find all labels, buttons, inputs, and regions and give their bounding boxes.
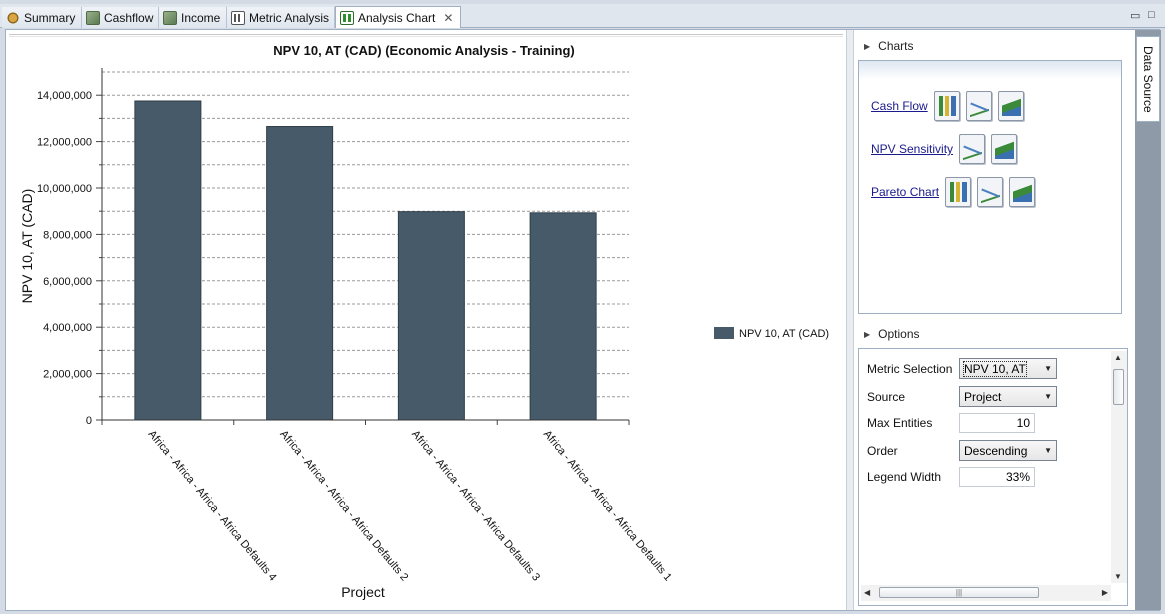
tab-label: Cashflow	[104, 10, 154, 25]
chart-area: NPV 10, AT (CAD) (Economic Analysis - Tr…	[6, 30, 844, 610]
tab-income[interactable]: Income	[159, 7, 227, 28]
order-value: Descending	[964, 443, 1028, 458]
bar-chart: NPV 10, AT (CAD) (Economic Analysis - Tr…	[19, 43, 829, 600]
max-entities-label: Max Entities	[867, 416, 933, 430]
tab-label: Analysis Chart	[358, 10, 436, 25]
order-row: Order Descending ▼	[867, 440, 1057, 461]
options-section-header[interactable]: ▶ Options	[858, 323, 1134, 345]
y-tick-label: 14,000,000	[37, 90, 92, 102]
chart-title: NPV 10, AT (CAD) (Economic Analysis - Tr…	[273, 43, 574, 58]
line-chart-icon[interactable]	[977, 177, 1004, 207]
scroll-left-icon[interactable]: ◀	[864, 588, 870, 597]
tab-analysis-chart[interactable]: Analysis Chart ✕	[335, 6, 461, 28]
panel-splitter[interactable]	[846, 30, 854, 610]
chevron-down-icon: ▼	[1044, 392, 1052, 401]
analysis-chart-icon	[340, 10, 354, 25]
expand-arrow-icon: ▶	[864, 41, 871, 51]
scrollbar-thumb[interactable]: |||	[879, 587, 1039, 598]
metric-selection-row: Metric Selection NPV 10, AT ▼	[867, 358, 1057, 379]
summary-icon	[6, 10, 20, 25]
maximize-icon[interactable]: □	[1148, 9, 1155, 21]
options-panel: Metric Selection NPV 10, AT ▼ Source Pro…	[858, 348, 1128, 606]
max-entities-field[interactable]: 10	[959, 413, 1035, 433]
legend-swatch	[714, 327, 734, 339]
bar	[134, 100, 202, 421]
close-tab-icon[interactable]: ✕	[443, 11, 453, 25]
editor-area: NPV 10, AT (CAD) (Economic Analysis - Tr…	[5, 29, 1161, 611]
charts-section-header[interactable]: ▶ Charts	[858, 35, 1134, 57]
y-tick-label: 2,000,000	[43, 369, 92, 381]
source-dropdown[interactable]: Project ▼	[959, 386, 1057, 407]
y-axis-label: NPV 10, AT (CAD)	[19, 189, 35, 304]
data-source-side-tab[interactable]: Data Source	[1136, 36, 1160, 122]
chevron-down-icon: ▼	[1044, 364, 1052, 373]
options-horizontal-scrollbar[interactable]: ◀ ||| ▶	[861, 585, 1111, 601]
chart-link-row-pareto-chart: Pareto Chart	[871, 177, 1036, 207]
charts-list: Cash Flow NPV Sensitivity Pareto Chart	[858, 60, 1122, 314]
bar-chart-icon[interactable]	[933, 91, 960, 121]
legend-width-label: Legend Width	[867, 470, 942, 484]
legend-width-field[interactable]: 33%	[959, 467, 1035, 487]
y-tick-label: 8,000,000	[43, 229, 92, 241]
editor-tab-bar: Summary Cashflow Income Metric Analysis …	[0, 4, 1165, 28]
tab-cashflow[interactable]: Cashflow	[82, 7, 159, 28]
max-entities-row: Max Entities 10	[867, 413, 1035, 433]
y-tick-label: 4,000,000	[43, 322, 92, 334]
data-source-label: Data Source	[1141, 45, 1155, 113]
x-tick-label: Africa - Africa - Africa - Africa Defaul…	[409, 428, 542, 583]
source-label: Source	[867, 389, 906, 404]
minimize-icon[interactable]: ▭	[1130, 9, 1140, 22]
pareto-chart-link[interactable]: Pareto Chart	[871, 185, 939, 199]
bar	[529, 212, 597, 421]
x-tick-label: Africa - Africa - Africa - Africa Defaul…	[277, 428, 410, 583]
x-tick-label: Africa - Africa - Africa - Africa Defaul…	[146, 428, 279, 583]
scroll-down-icon[interactable]: ▼	[1114, 572, 1122, 581]
metric-selection-label: Metric Selection	[867, 361, 953, 376]
scroll-up-icon[interactable]: ▲	[1114, 353, 1122, 362]
bar	[266, 126, 334, 421]
area-chart-icon[interactable]	[991, 134, 1018, 164]
income-icon	[163, 10, 177, 25]
y-tick-label: 0	[86, 415, 92, 427]
scroll-right-icon[interactable]: ▶	[1102, 588, 1108, 597]
order-dropdown[interactable]: Descending ▼	[959, 440, 1057, 461]
legend-width-row: Legend Width 33%	[867, 467, 1035, 487]
tab-label: Metric Analysis	[249, 10, 330, 25]
chart-link-row-npv-sensitivity: NPV Sensitivity	[871, 134, 1018, 164]
metric-selection-dropdown[interactable]: NPV 10, AT ▼	[959, 358, 1057, 379]
y-tick-label: 10,000,000	[37, 183, 92, 195]
area-chart-icon[interactable]	[997, 91, 1024, 121]
metric-analysis-icon	[231, 10, 245, 25]
legend-label: NPV 10, AT (CAD)	[739, 328, 829, 340]
tab-metric-analysis[interactable]: Metric Analysis	[227, 7, 335, 28]
order-label: Order	[867, 443, 898, 458]
bar-chart-icon[interactable]	[945, 177, 972, 207]
x-tick-label: Africa - Africa - Africa - Africa Defaul…	[541, 428, 674, 583]
scrollbar-thumb[interactable]	[1113, 369, 1124, 405]
source-value: Project	[964, 389, 1002, 404]
expand-arrow-icon: ▶	[864, 329, 871, 339]
y-tick-label: 6,000,000	[43, 276, 92, 288]
charts-section-title: Charts	[878, 39, 914, 53]
tab-label: Summary	[24, 10, 76, 25]
chevron-down-icon: ▼	[1044, 446, 1052, 455]
npv-sensitivity-link[interactable]: NPV Sensitivity	[871, 142, 953, 156]
metric-selection-value: NPV 10, AT	[963, 360, 1027, 377]
area-chart-icon[interactable]	[1009, 177, 1036, 207]
line-chart-icon[interactable]	[959, 134, 986, 164]
line-chart-icon[interactable]	[965, 91, 992, 121]
y-tick-label: 12,000,000	[37, 137, 92, 149]
cashflow-icon	[86, 10, 100, 25]
options-section-title: Options	[878, 327, 920, 341]
x-axis-label: Project	[341, 584, 385, 600]
cash-flow-link[interactable]: Cash Flow	[871, 99, 928, 113]
tab-summary[interactable]: Summary	[2, 7, 82, 28]
right-panel: ▶ Charts Cash Flow NPV Sensitivity Paret…	[854, 30, 1134, 610]
options-vertical-scrollbar[interactable]: ▲ ▼	[1111, 351, 1127, 583]
tab-label: Income	[181, 10, 221, 25]
bar	[397, 211, 465, 421]
source-row: Source Project ▼	[867, 386, 1057, 407]
chart-link-row-cash-flow: Cash Flow	[871, 91, 1024, 121]
